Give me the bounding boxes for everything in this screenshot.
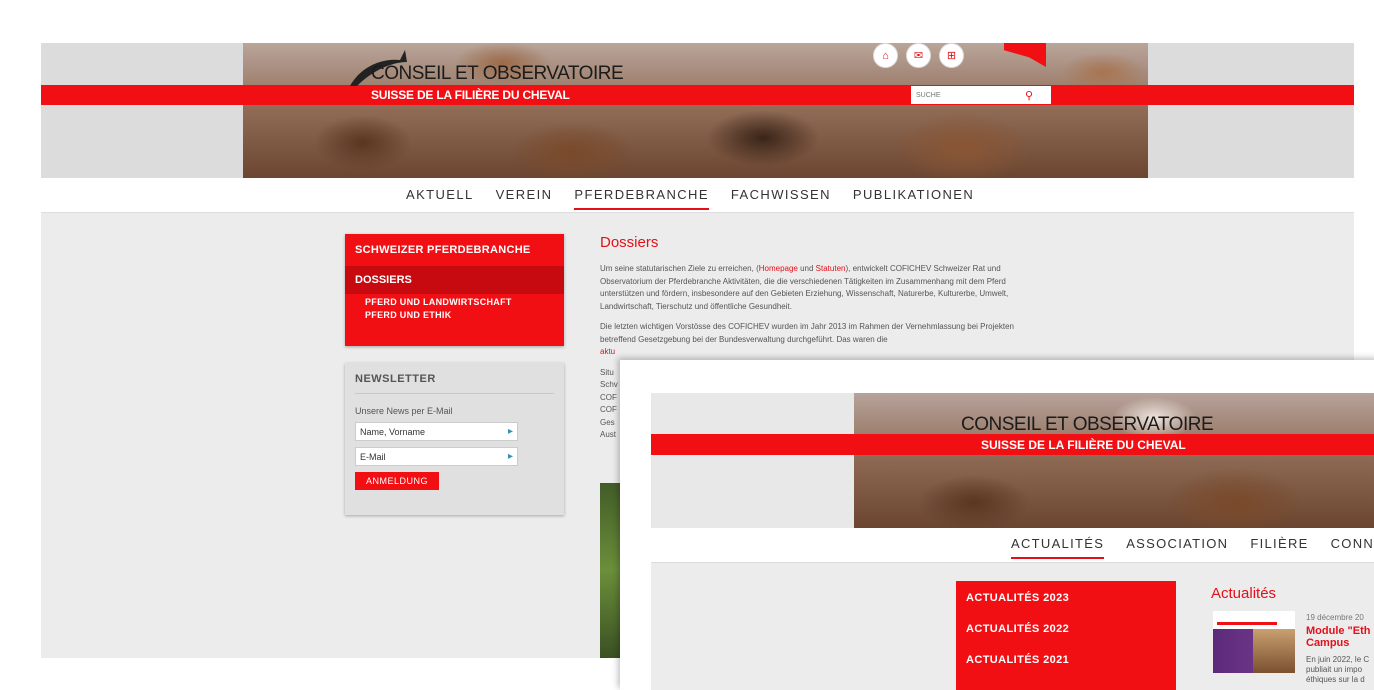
french-site-page: CONSEIL ET OBSERVATOIRE SUISSE DE LA FIL… xyxy=(620,360,1374,690)
mail-icon[interactable]: ✉ xyxy=(906,43,931,68)
newsletter-description: Unsere News per E-Mail xyxy=(355,406,453,416)
fr-logo-title: CONSEIL ET OBSERVATOIRE xyxy=(961,414,1214,435)
nav-connaissances[interactable]: CONN xyxy=(1331,536,1374,559)
fr-section-title: Actualités xyxy=(1211,585,1277,602)
newsletter-box: NEWSLETTER Unsere News per E-Mail Name, … xyxy=(345,363,564,515)
nav-actualites[interactable]: ACTUALITÉS xyxy=(1011,536,1105,559)
nav-aktuell[interactable]: AKTUELL xyxy=(406,187,474,210)
statuten-link[interactable]: Statuten xyxy=(816,264,846,273)
content-paragraph-1: Um seine statutarischen Ziele zu erreich… xyxy=(600,264,1009,311)
home-icon[interactable]: ⌂ xyxy=(873,43,898,68)
fr-main-nav: ACTUALITÉS ASSOCIATION FILIÈRE CONN xyxy=(651,528,1374,563)
contact-card-icon: ▸ xyxy=(507,451,513,462)
fr-logo-subtitle: SUISSE DE LA FILIÈRE DU CHEVAL xyxy=(981,438,1186,452)
search-box: ⚲ xyxy=(911,86,1051,104)
nav-verein[interactable]: VEREIN xyxy=(496,187,553,210)
aktuell-link[interactable]: aktu xyxy=(600,347,615,356)
nav-filiere[interactable]: FILIÈRE xyxy=(1250,536,1308,559)
news-thumbnail[interactable] xyxy=(1213,611,1295,673)
nav-association[interactable]: ASSOCIATION xyxy=(1126,536,1228,559)
search-icon[interactable]: ⚲ xyxy=(1025,89,1033,102)
nav-pferdebranche[interactable]: PFERDEBRANCHE xyxy=(574,187,709,210)
contact-card-icon: ▸ xyxy=(507,426,513,437)
search-input[interactable] xyxy=(911,91,1021,99)
side-menu-actualites-2021[interactable]: ACTUALITÉS 2021 xyxy=(956,643,1176,674)
side-menu-actualites-2023[interactable]: ACTUALITÉS 2023 xyxy=(956,581,1176,612)
page-title: Dossiers xyxy=(600,234,659,251)
side-menu-actualites-2022[interactable]: ACTUALITÉS 2022 xyxy=(956,612,1176,643)
content-paragraph-2: Die letzten wichtigen Vorstösse des COFI… xyxy=(600,322,1014,356)
main-nav: AKTUELL VEREIN PFERDEBRANCHE FACHWISSEN … xyxy=(41,178,1354,213)
email-field[interactable]: E-Mail ▸ xyxy=(355,447,518,466)
newsletter-title: NEWSLETTER xyxy=(355,373,554,394)
side-menu-heading[interactable]: SCHWEIZER PFERDEBRANCHE xyxy=(345,234,564,266)
nav-fachwissen[interactable]: FACHWISSEN xyxy=(731,187,831,210)
logo-title: CONSEIL ET OBSERVATOIRE xyxy=(371,63,624,84)
top-icon-bar: ⌂ ✉ ⊞ xyxy=(873,43,964,68)
news-date: 19 décembre 20 xyxy=(1306,613,1364,622)
fr-header-banner: CONSEIL ET OBSERVATOIRE SUISSE DE LA FIL… xyxy=(651,393,1374,528)
name-field[interactable]: Name, Vorname ▸ xyxy=(355,422,518,441)
subscribe-button[interactable]: ANMELDUNG xyxy=(355,472,439,490)
header-banner: CONSEIL ET OBSERVATOIRE SUISSE DE LA FIL… xyxy=(41,43,1354,178)
logo-subtitle: SUISSE DE LA FILIÈRE DU CHEVAL xyxy=(371,88,570,102)
mini-logo-icon xyxy=(1217,615,1277,625)
fr-side-menu: ACTUALITÉS 2023 ACTUALITÉS 2022 ACTUALIT… xyxy=(956,581,1176,690)
header-red-band xyxy=(41,85,1354,105)
side-menu-dossiers[interactable]: DOSSIERS xyxy=(345,266,564,294)
news-excerpt: En juin 2022, le C publiait un impo éthi… xyxy=(1306,655,1370,684)
homepage-link[interactable]: Homepage xyxy=(759,264,798,273)
fr-body: ACTUALITÉS 2023 ACTUALITÉS 2022 ACTUALIT… xyxy=(651,563,1374,690)
nav-publikationen[interactable]: PUBLIKATIONEN xyxy=(853,187,974,210)
side-menu: SCHWEIZER PFERDEBRANCHE DOSSIERS PFERD U… xyxy=(345,234,564,346)
side-menu-pferd-landwirtschaft[interactable]: PFERD UND LANDWIRTSCHAFT xyxy=(345,294,564,307)
news-headline[interactable]: Module "Eth Campus xyxy=(1306,625,1374,649)
sitemap-icon[interactable]: ⊞ xyxy=(939,43,964,68)
side-menu-pferd-ethik[interactable]: PFERD UND ETHIK xyxy=(345,307,564,320)
